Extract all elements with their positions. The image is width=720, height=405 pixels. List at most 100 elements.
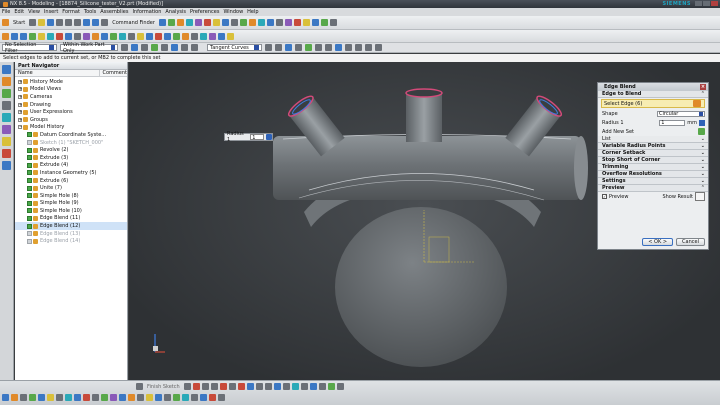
unite-icon[interactable] <box>38 32 45 40</box>
menu-preferences[interactable]: Preferences <box>190 9 219 15</box>
expand-toggle-icon[interactable]: + <box>18 102 22 107</box>
snap-icon-19[interactable] <box>365 44 372 51</box>
render-style-icon[interactable] <box>137 32 144 40</box>
part-navigator-icon[interactable] <box>2 77 11 86</box>
roles-icon[interactable] <box>2 137 11 146</box>
tool-icon-3[interactable] <box>176 19 184 26</box>
tool-icon-13[interactable] <box>266 19 274 26</box>
navigator-item[interactable]: Simple Hole (10) <box>15 207 127 215</box>
navigator-item[interactable]: Simple Hole (8) <box>15 192 127 200</box>
center-tube[interactable] <box>406 92 442 142</box>
snap-icon-16[interactable] <box>335 44 342 51</box>
assembly-navigator-icon[interactable] <box>2 65 11 74</box>
menu-format[interactable]: Format <box>62 9 80 15</box>
navigator-item[interactable]: + Drawing <box>15 101 127 109</box>
ok-button[interactable]: < OK > <box>642 238 674 246</box>
snap-icon-10[interactable] <box>275 44 282 51</box>
start-button[interactable]: Start <box>13 20 25 26</box>
dialog-section[interactable]: Corner Setback ⌄ <box>598 150 708 157</box>
save-icon[interactable] <box>47 19 55 26</box>
radius-popup-options-icon[interactable] <box>266 134 272 140</box>
rectangle-icon[interactable] <box>228 383 236 390</box>
add-new-set-icon[interactable] <box>698 128 705 135</box>
auto-dimension-icon[interactable] <box>327 383 335 390</box>
snap-icon-3[interactable] <box>141 44 148 51</box>
cut-icon[interactable] <box>56 19 64 26</box>
expand-toggle-icon[interactable]: + <box>18 87 22 92</box>
utility-icon-1[interactable] <box>2 394 9 401</box>
menu-analysis[interactable]: Analysis <box>165 9 186 15</box>
section-view-icon[interactable] <box>191 32 198 40</box>
snap-icon-13[interactable] <box>305 44 312 51</box>
navigator-item[interactable]: + Groups <box>15 116 127 124</box>
pan-icon[interactable] <box>173 32 180 40</box>
dialog-section[interactable]: Variable Radius Points ⌄ <box>598 143 708 150</box>
rotate-icon[interactable] <box>164 32 171 40</box>
navigator-item[interactable]: Extrude (6) <box>15 177 127 185</box>
navigator-item[interactable]: Datum Coordinate Syste... <box>15 131 127 139</box>
utility-icon-22[interactable] <box>191 394 198 401</box>
radius-input[interactable]: 1 <box>659 119 686 126</box>
snap-icon-12[interactable] <box>295 44 302 51</box>
utility-icon-8[interactable] <box>65 394 72 401</box>
cancel-button[interactable]: Cancel <box>676 238 705 246</box>
utility-icon-16[interactable] <box>137 394 144 401</box>
menu-view[interactable]: View <box>28 9 40 15</box>
utility-icon-11[interactable] <box>92 394 99 401</box>
snap-icon-11[interactable] <box>285 44 292 51</box>
tool-icon-9[interactable] <box>230 19 238 26</box>
utility-icon-24[interactable] <box>209 394 216 401</box>
navigator-item[interactable]: Edge Blend (13) <box>15 230 127 238</box>
menu-edit[interactable]: Edit <box>14 9 24 15</box>
navigator-item[interactable]: + User Expressions <box>15 108 127 116</box>
feature-checkbox[interactable] <box>27 185 32 191</box>
navigator-item[interactable]: + Model Views <box>15 86 127 94</box>
paste-icon[interactable] <box>74 19 82 26</box>
datum-plane-icon[interactable] <box>74 32 81 40</box>
snap-icon-18[interactable] <box>355 44 362 51</box>
measure-icon[interactable] <box>128 32 135 40</box>
expand-toggle-icon[interactable]: − <box>18 125 22 130</box>
selection-scope-dropdown[interactable]: Within Work Part Only <box>60 42 118 54</box>
utility-icon-4[interactable] <box>29 394 36 401</box>
utility-icon-23[interactable] <box>200 394 207 401</box>
navigator-item[interactable]: Extrude (3) <box>15 154 127 162</box>
feature-checkbox[interactable] <box>27 223 32 229</box>
expand-toggle-icon[interactable]: + <box>18 117 22 122</box>
feature-checkbox[interactable] <box>27 140 32 146</box>
navigator-item[interactable]: + History Mode <box>15 78 127 86</box>
snap-icon-8[interactable] <box>191 44 198 51</box>
utility-icon-5[interactable] <box>38 394 45 401</box>
menu-file[interactable]: File <box>2 9 10 15</box>
expand-toggle-icon[interactable]: + <box>18 110 22 115</box>
tool-icon-15[interactable] <box>284 19 292 26</box>
tool-icon-1[interactable] <box>158 19 166 26</box>
revolve-icon[interactable] <box>20 32 27 40</box>
section-edge-to-blend[interactable]: Edge to Blend ⌃ <box>598 91 708 98</box>
open-file-icon[interactable] <box>38 19 46 26</box>
snap-icon-9[interactable] <box>265 44 272 51</box>
utility-icon-9[interactable] <box>74 394 81 401</box>
utility-icon-6[interactable] <box>47 394 54 401</box>
offset-curve-icon[interactable] <box>273 383 281 390</box>
profile-icon[interactable] <box>183 383 191 390</box>
arc-icon[interactable] <box>201 383 209 390</box>
edge-selection-icon[interactable] <box>693 100 701 107</box>
utility-icon-14[interactable] <box>119 394 126 401</box>
close-window-button[interactable] <box>711 1 718 6</box>
fit-view-icon[interactable] <box>146 32 153 40</box>
polygon-icon[interactable] <box>237 383 245 390</box>
expand-toggle-icon[interactable]: + <box>18 94 22 99</box>
utility-icon-20[interactable] <box>173 394 180 401</box>
snap-icon-20[interactable] <box>375 44 382 51</box>
utility-icon-10[interactable] <box>83 394 90 401</box>
tool-icon-6[interactable] <box>203 19 211 26</box>
list-toggle[interactable]: List ⌄ <box>598 136 708 143</box>
tool-icon-5[interactable] <box>194 19 202 26</box>
navigator-item[interactable]: Revolve (2) <box>15 146 127 154</box>
close-dialog-button[interactable]: × <box>700 84 706 90</box>
dimension-icon[interactable] <box>300 383 308 390</box>
dialog-section[interactable]: Overflow Resolutions ⌄ <box>598 171 708 178</box>
hd3d-icon[interactable] <box>2 161 11 170</box>
column-name[interactable]: Name <box>15 70 100 76</box>
